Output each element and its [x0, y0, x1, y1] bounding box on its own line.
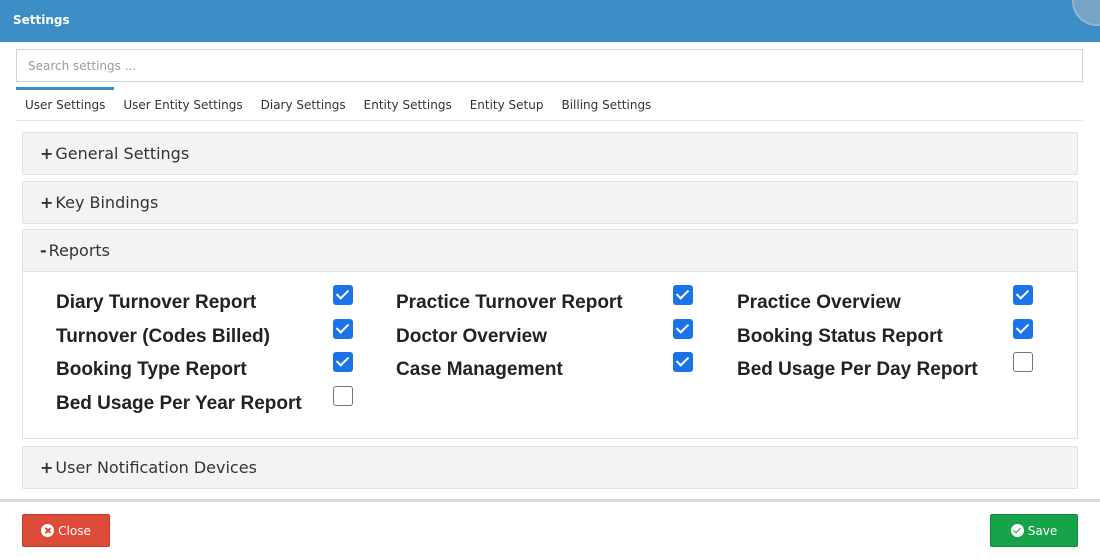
report-label: Bed Usage Per Year Report — [56, 393, 302, 415]
report-checkbox-practice-overview[interactable] — [1013, 285, 1033, 305]
tab-entity-settings[interactable]: Entity Settings — [355, 87, 461, 121]
section-title: User Notification Devices — [55, 458, 257, 477]
expand-icon: + — [40, 193, 54, 212]
tab-user-settings[interactable]: User Settings — [16, 87, 115, 121]
reports-row: Booking Type Report Case Management Bed … — [56, 352, 1066, 386]
report-label: Bed Usage Per Day Report — [737, 359, 978, 381]
report-checkbox-booking-type[interactable] — [333, 352, 353, 373]
report-label: Booking Type Report — [56, 359, 247, 381]
section-header-user-notification-devices[interactable]: + User Notification Devices — [23, 447, 1077, 488]
tab-user-entity-settings[interactable]: User Entity Settings — [114, 87, 251, 121]
footer-divider — [0, 499, 1100, 502]
title-bar: Settings — [0, 0, 1100, 42]
report-checkbox-turnover-codes-billed[interactable] — [333, 318, 353, 339]
expand-icon: + — [40, 144, 54, 163]
collapse-icon: - — [40, 241, 47, 260]
expand-icon: + — [40, 458, 54, 477]
reports-row: Diary Turnover Report Practice Turnover … — [56, 285, 1066, 319]
report-label: Diary Turnover Report — [56, 292, 257, 313]
section-title: Key Bindings — [55, 193, 159, 212]
tab-billing-settings[interactable]: Billing Settings — [552, 87, 660, 121]
tab-diary-settings[interactable]: Diary Settings — [252, 87, 355, 121]
reports-row: Bed Usage Per Year Report — [56, 386, 1066, 420]
window-title: Settings — [13, 13, 70, 27]
tab-entity-setup[interactable]: Entity Setup — [461, 87, 553, 121]
check-circle-icon — [1010, 524, 1024, 537]
close-circle-icon — [41, 524, 55, 537]
report-checkbox-doctor-overview[interactable] — [673, 318, 693, 339]
report-checkbox-bed-usage-per-day[interactable] — [1013, 352, 1033, 373]
report-checkbox-diary-turnover[interactable] — [333, 285, 353, 305]
corner-decoration — [1072, 0, 1100, 26]
section-header-key-bindings[interactable]: + Key Bindings — [23, 182, 1077, 223]
report-label: Doctor Overview — [396, 325, 547, 347]
report-checkbox-booking-status[interactable] — [1013, 318, 1033, 339]
section-reports: - Reports Diary Turnover Report Practice… — [22, 229, 1078, 439]
close-button[interactable]: Close — [22, 514, 110, 547]
report-checkbox-bed-usage-per-year[interactable] — [333, 386, 353, 407]
section-header-general-settings[interactable]: + General Settings — [23, 133, 1077, 174]
section-key-bindings: + Key Bindings — [22, 181, 1078, 224]
section-title: General Settings — [55, 144, 190, 163]
save-button[interactable]: Save — [990, 514, 1078, 547]
report-label: Practice Turnover Report — [396, 292, 623, 313]
report-label: Case Management — [396, 359, 563, 381]
report-checkbox-practice-turnover[interactable] — [673, 285, 693, 305]
tab-divider — [16, 120, 1083, 121]
close-button-label: Close — [58, 523, 91, 538]
search-input[interactable] — [16, 49, 1083, 82]
section-general-settings: + General Settings — [22, 132, 1078, 175]
tab-bar: User Settings User Entity Settings Diary… — [16, 87, 660, 121]
reports-row: Turnover (Codes Billed) Doctor Overview … — [56, 318, 1066, 353]
reports-body: Diary Turnover Report Practice Turnover … — [23, 271, 1077, 438]
section-header-reports[interactable]: - Reports — [23, 230, 1077, 271]
reports-grid: Diary Turnover Report Practice Turnover … — [56, 285, 1066, 420]
save-button-label: Save — [1027, 523, 1058, 538]
section-user-notification-devices: + User Notification Devices — [22, 446, 1078, 489]
section-title: Reports — [48, 241, 111, 260]
report-checkbox-case-management[interactable] — [673, 352, 693, 373]
report-label: Booking Status Report — [737, 325, 943, 347]
report-label: Turnover (Codes Billed) — [56, 325, 270, 347]
report-label: Practice Overview — [737, 292, 901, 313]
